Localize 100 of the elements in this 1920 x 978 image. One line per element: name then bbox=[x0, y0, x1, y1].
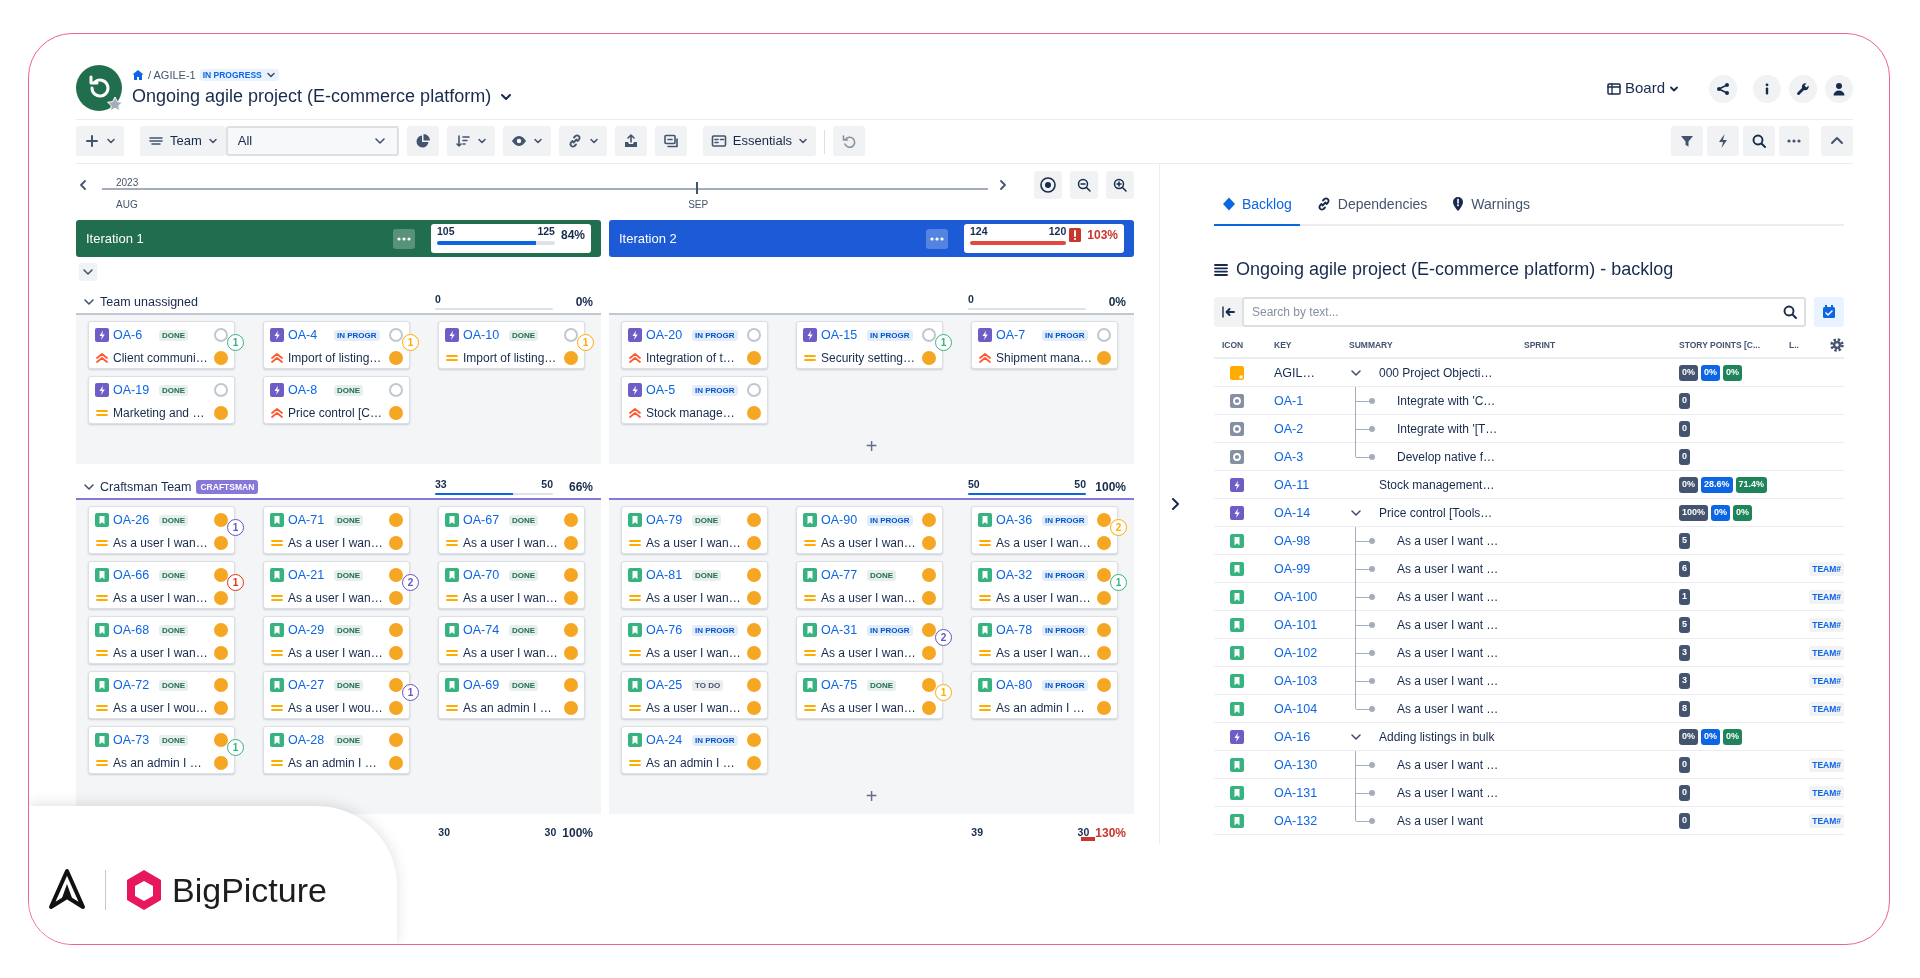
issue-key-link[interactable]: OA-99 bbox=[1274, 559, 1349, 579]
filter-select[interactable]: All bbox=[225, 126, 399, 156]
breadcrumb-link[interactable]: / AGILE-1 bbox=[148, 66, 196, 84]
issue-key-link[interactable]: OA-8 bbox=[288, 381, 334, 400]
issue-card[interactable]: OA-70 DONE As a user I wan… bbox=[438, 561, 585, 609]
calendar-button[interactable] bbox=[1814, 297, 1844, 327]
issue-card[interactable]: OA-74 DONE As a user I wan… bbox=[438, 616, 585, 664]
automation-button[interactable] bbox=[1707, 126, 1739, 156]
issue-key-link[interactable]: OA-90 bbox=[821, 511, 867, 530]
sort-button[interactable] bbox=[446, 126, 495, 156]
issue-key-link[interactable]: OA-32 bbox=[996, 566, 1042, 585]
home-icon[interactable] bbox=[132, 69, 144, 81]
iteration-menu-button[interactable] bbox=[393, 228, 415, 249]
issue-card[interactable]: OA-76 IN PROGR As a user I wan… bbox=[621, 616, 768, 664]
issue-key-link[interactable]: OA-7 bbox=[996, 326, 1042, 345]
issue-key-link[interactable]: OA-104 bbox=[1274, 699, 1349, 719]
issue-key-link[interactable]: OA-26 bbox=[113, 511, 159, 530]
search-button[interactable] bbox=[1743, 126, 1775, 156]
issue-key-link[interactable]: OA-36 bbox=[996, 511, 1042, 530]
issue-key-link[interactable]: OA-29 bbox=[288, 621, 334, 640]
search-field[interactable]: Search by text... bbox=[1242, 297, 1806, 327]
issue-key-link[interactable]: OA-103 bbox=[1274, 671, 1349, 691]
issue-key-link[interactable]: OA-6 bbox=[113, 326, 159, 345]
issue-card[interactable]: OA-78 IN PROGR As a user I wan… bbox=[971, 616, 1118, 664]
issue-key-link[interactable]: OA-28 bbox=[288, 731, 334, 750]
swap-button[interactable] bbox=[654, 126, 687, 156]
issue-key-link[interactable]: OA-5 bbox=[646, 381, 692, 400]
issue-key-link[interactable]: OA-10 bbox=[463, 326, 509, 345]
issue-key-link[interactable]: OA-76 bbox=[646, 621, 692, 640]
issue-key-link[interactable]: OA-66 bbox=[113, 566, 159, 585]
user-button[interactable] bbox=[1825, 74, 1853, 103]
issue-key-link[interactable]: OA-78 bbox=[996, 621, 1042, 640]
issue-key-link[interactable]: OA-101 bbox=[1274, 615, 1349, 635]
panel-tab[interactable]: Warnings bbox=[1443, 192, 1538, 226]
chart-button[interactable] bbox=[406, 126, 439, 156]
issue-card[interactable]: OA-25 TO DO As a user I wan… bbox=[621, 671, 768, 719]
collapse-button[interactable] bbox=[1821, 126, 1853, 156]
issue-card[interactable]: OA-90 IN PROGR As a user I wan… bbox=[796, 506, 943, 554]
issue-card[interactable]: OA-20 IN PROGR Integration of t… bbox=[621, 321, 768, 369]
issue-key-link[interactable]: OA-72 bbox=[113, 676, 159, 695]
issue-card[interactable]: OA-77 DONE As a user I wan… bbox=[796, 561, 943, 609]
issue-key-link[interactable]: OA-15 bbox=[821, 326, 867, 345]
issue-key-link[interactable]: OA-24 bbox=[646, 731, 692, 750]
issue-key-link[interactable]: OA-11 bbox=[1274, 475, 1349, 495]
issue-card[interactable]: OA-7 IN PROGR Shipment mana… bbox=[971, 321, 1118, 369]
panel-tab[interactable]: Dependencies bbox=[1307, 192, 1436, 226]
issue-key-link[interactable]: OA-2 bbox=[1274, 419, 1349, 439]
view-dropdown[interactable]: Board bbox=[1600, 75, 1685, 102]
issue-card[interactable]: OA-67 DONE As a user I wan… bbox=[438, 506, 585, 554]
issue-card[interactable]: OA-81 DONE As a user I wan… bbox=[621, 561, 768, 609]
expand-panel-icon[interactable] bbox=[1170, 497, 1182, 511]
card-view-dropdown[interactable]: Essentials bbox=[702, 126, 817, 156]
issue-card[interactable]: OA-71 DONE As a user I wan… bbox=[263, 506, 410, 554]
issue-key-link[interactable]: OA-19 bbox=[113, 381, 159, 400]
zoom-out-button[interactable] bbox=[1070, 171, 1098, 199]
issue-card[interactable]: OA-24 IN PROGR As an admin I … bbox=[621, 726, 768, 774]
issue-key-link[interactable]: OA-20 bbox=[646, 326, 692, 345]
issue-key-link[interactable]: OA-27 bbox=[288, 676, 334, 695]
issue-key-link[interactable]: OA-81 bbox=[646, 566, 692, 585]
issue-key-link[interactable]: OA-132 bbox=[1274, 811, 1349, 831]
iteration-menu-button[interactable] bbox=[926, 228, 948, 249]
issue-key-link[interactable]: OA-100 bbox=[1274, 587, 1349, 607]
issue-key-link[interactable]: OA-77 bbox=[821, 566, 867, 585]
issue-card[interactable]: OA-79 DONE As a user I wan… bbox=[621, 506, 768, 554]
issue-key-link[interactable]: OA-67 bbox=[463, 511, 509, 530]
today-button[interactable] bbox=[1034, 171, 1062, 199]
link-button[interactable] bbox=[558, 126, 607, 156]
issue-key-link[interactable]: OA-68 bbox=[113, 621, 159, 640]
create-button[interactable] bbox=[76, 126, 124, 156]
add-card-button[interactable]: + bbox=[865, 786, 878, 806]
issue-key-link[interactable]: OA-102 bbox=[1274, 643, 1349, 663]
collapse-panel-button[interactable] bbox=[1214, 297, 1242, 327]
collapse-all-button[interactable] bbox=[79, 263, 97, 281]
issue-key-link[interactable]: OA-80 bbox=[996, 676, 1042, 695]
status-dropdown[interactable]: IN PROGRESS bbox=[199, 68, 279, 82]
undo-button[interactable] bbox=[833, 126, 866, 156]
settings-button[interactable] bbox=[1789, 74, 1817, 103]
issue-key-link[interactable]: OA-70 bbox=[463, 566, 509, 585]
settings-icon[interactable] bbox=[1830, 338, 1844, 352]
filter-button[interactable] bbox=[1671, 126, 1703, 156]
export-button[interactable] bbox=[614, 126, 647, 156]
share-button[interactable] bbox=[1709, 74, 1737, 103]
issue-key-link[interactable]: OA-3 bbox=[1274, 447, 1349, 467]
issue-key-link[interactable]: OA-69 bbox=[463, 676, 509, 695]
issue-card[interactable]: OA-69 DONE As an admin I … bbox=[438, 671, 585, 719]
issue-key-link[interactable]: OA-131 bbox=[1274, 783, 1349, 803]
issue-card[interactable]: OA-28 DONE As an admin I … bbox=[263, 726, 410, 774]
issue-key-link[interactable]: OA-31 bbox=[821, 621, 867, 640]
issue-key-link[interactable]: OA-98 bbox=[1274, 531, 1349, 551]
visibility-button[interactable] bbox=[502, 126, 551, 156]
issue-key-link[interactable]: OA-130 bbox=[1274, 755, 1349, 775]
issue-key-link[interactable]: OA-1 bbox=[1274, 391, 1349, 411]
issue-key-link[interactable]: OA-25 bbox=[646, 676, 692, 695]
issue-card[interactable]: OA-19 DONE Marketing and … bbox=[88, 376, 235, 424]
issue-key-link[interactable]: OA-71 bbox=[288, 511, 334, 530]
issue-card[interactable]: OA-5 IN PROGR Stock manage… bbox=[621, 376, 768, 424]
add-card-button[interactable]: + bbox=[865, 436, 878, 456]
issue-key-link[interactable]: OA-75 bbox=[821, 676, 867, 695]
issue-key-link[interactable]: OA-14 bbox=[1274, 503, 1349, 523]
issue-key-link[interactable]: OA-16 bbox=[1274, 727, 1349, 747]
